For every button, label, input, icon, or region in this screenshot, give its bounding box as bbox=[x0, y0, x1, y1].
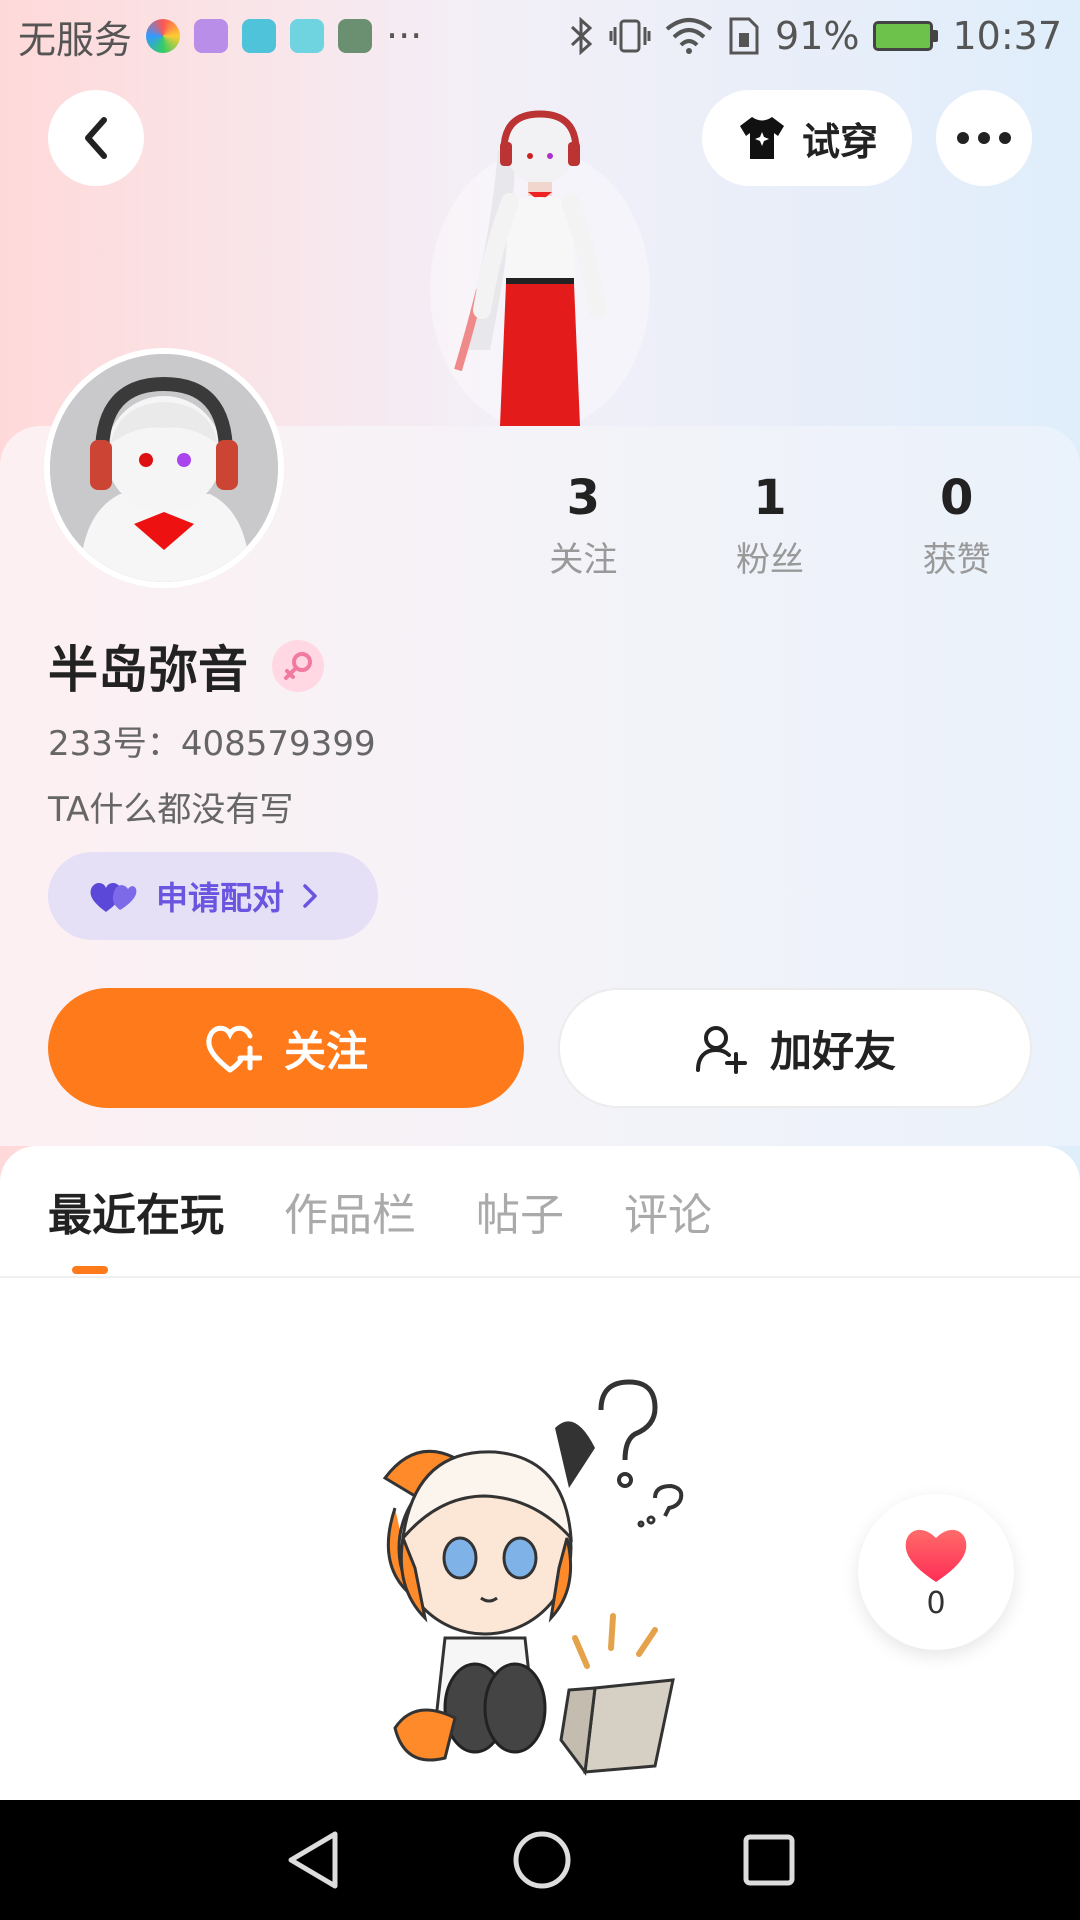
pair-label: 申请配对 bbox=[156, 879, 285, 917]
like-count: 0 bbox=[926, 1585, 946, 1621]
profile-stats: 3 关注 1 粉丝 0 获赞 bbox=[490, 470, 1050, 581]
tab-divider bbox=[0, 1276, 1080, 1278]
follow-button[interactable]: 关注 bbox=[48, 988, 524, 1108]
nickname-row: 半岛弥音 bbox=[48, 630, 324, 702]
shield-notification-icon-2 bbox=[290, 19, 325, 53]
add-friend-label: 加好友 bbox=[769, 1026, 896, 1076]
more-dots-icon bbox=[957, 132, 1011, 144]
chevron-right-icon bbox=[303, 884, 317, 908]
system-nav-bar bbox=[0, 1800, 1080, 1920]
stat-followers[interactable]: 1 粉丝 bbox=[677, 470, 864, 581]
tab-works[interactable]: 作品栏 bbox=[284, 1186, 416, 1246]
nav-home-icon[interactable] bbox=[512, 1830, 572, 1890]
bluetooth-icon bbox=[570, 17, 593, 55]
stat-likes[interactable]: 0 获赞 bbox=[863, 470, 1050, 581]
status-bar: 无服务 ··· 91% 10:37 bbox=[0, 0, 1080, 72]
stat-label: 关注 bbox=[549, 540, 618, 580]
shield-notification-icon bbox=[242, 19, 277, 53]
keyboard-notification-icon bbox=[194, 19, 229, 53]
avatar-3d-character bbox=[430, 110, 650, 426]
add-user-icon bbox=[695, 1026, 747, 1074]
nickname: 半岛弥音 bbox=[48, 641, 248, 699]
avatar[interactable] bbox=[44, 348, 284, 588]
empty-state-illustration bbox=[382, 1379, 684, 1776]
add-friend-button[interactable]: 加好友 bbox=[558, 988, 1032, 1108]
wifi-icon bbox=[665, 18, 713, 54]
female-gender-icon bbox=[272, 640, 324, 692]
nav-back-icon[interactable] bbox=[285, 1830, 341, 1890]
like-float-button[interactable]: 0 bbox=[858, 1494, 1014, 1650]
request-pair-button[interactable]: 申请配对 bbox=[48, 852, 378, 940]
clock-time: 10:37 bbox=[952, 14, 1062, 58]
chevron-left-icon bbox=[85, 117, 107, 159]
status-left: 无服务 ··· bbox=[18, 9, 422, 64]
carrier-text: 无服务 bbox=[18, 17, 133, 62]
vibrate-icon bbox=[609, 19, 651, 53]
double-heart-icon bbox=[90, 882, 137, 912]
nav-recents-icon[interactable] bbox=[743, 1834, 795, 1886]
battery-icon bbox=[873, 21, 939, 51]
heart-plus-icon bbox=[206, 1025, 262, 1073]
content-panel: 最近在玩 作品栏 帖子 评论 bbox=[0, 1146, 1080, 1800]
bio: TA什么都没有写 bbox=[48, 790, 294, 830]
tab-recent-play[interactable]: 最近在玩 bbox=[48, 1186, 224, 1246]
status-right: 91% 10:37 bbox=[569, 14, 1062, 58]
tab-comments[interactable]: 评论 bbox=[624, 1186, 712, 1246]
stat-label: 获赞 bbox=[922, 540, 991, 580]
stat-value: 1 bbox=[753, 470, 787, 526]
try-on-button[interactable]: 试穿 bbox=[702, 90, 912, 186]
stat-label: 粉丝 bbox=[736, 540, 804, 580]
follow-label: 关注 bbox=[283, 1026, 368, 1076]
shirt-icon bbox=[739, 117, 784, 159]
sim-icon bbox=[729, 17, 759, 55]
profile-screen: 无服务 ··· 91% 10:37 试穿 3 关注 1 粉丝 0 获赞 半岛弥音… bbox=[0, 0, 1080, 1920]
app-notification-icon bbox=[146, 19, 181, 53]
active-tab-indicator bbox=[72, 1266, 108, 1274]
more-options-button[interactable] bbox=[936, 90, 1032, 186]
avatar-image bbox=[50, 354, 278, 582]
stat-value: 0 bbox=[939, 470, 974, 526]
heart-icon bbox=[905, 1529, 967, 1582]
photo-notification-icon bbox=[338, 19, 373, 53]
tab-bar: 最近在玩 作品栏 帖子 评论 bbox=[48, 1186, 772, 1246]
tab-posts[interactable]: 帖子 bbox=[476, 1186, 564, 1246]
back-button[interactable] bbox=[48, 90, 144, 186]
stat-following[interactable]: 3 关注 bbox=[490, 470, 677, 581]
user-id: 233号：408579399 bbox=[48, 724, 376, 764]
try-on-label: 试穿 bbox=[801, 119, 878, 164]
more-notifications-icon: ··· bbox=[386, 14, 423, 58]
stat-value: 3 bbox=[566, 470, 601, 526]
battery-percent: 91% bbox=[775, 14, 860, 58]
